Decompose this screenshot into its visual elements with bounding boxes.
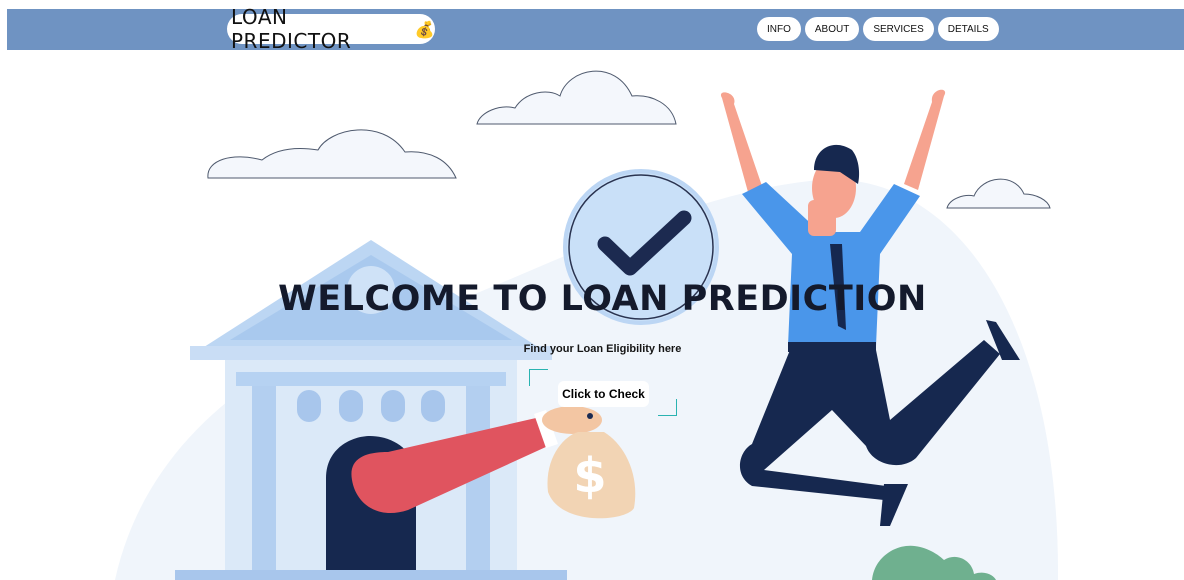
nav-info-button[interactable]: INFO (757, 17, 801, 41)
cloud-right (946, 178, 1051, 209)
top-navbar: LOAN PREDICTOR 💰 INFO ABOUT SERVICES DET… (7, 5, 1184, 53)
check-eligibility-button[interactable]: Click to Check (558, 381, 649, 407)
brand-logo[interactable]: LOAN PREDICTOR 💰 (227, 5, 435, 53)
hero-subtitle: Find your Loan Eligibility here (523, 343, 682, 355)
cloud-top (476, 70, 677, 125)
nav-services-button[interactable]: SERVICES (863, 17, 934, 41)
hero-headline: WELCOME TO LOAN PREDICTION (278, 279, 927, 319)
money-bag-icon: 💰 (414, 19, 435, 39)
brand-title: LOAN PREDICTOR (231, 5, 352, 53)
nav-details-button[interactable]: DETAILS (937, 17, 999, 41)
nav-about-button[interactable]: ABOUT (804, 17, 860, 41)
nav-links: INFO ABOUT SERVICES DETAILS (757, 17, 999, 41)
svg-text:$: $ (573, 448, 606, 504)
corner-bracket-top-left (529, 369, 548, 386)
cta-frame: Click to Check (529, 369, 677, 416)
cloud-left (207, 129, 457, 179)
corner-bracket-bottom-right (658, 399, 677, 416)
